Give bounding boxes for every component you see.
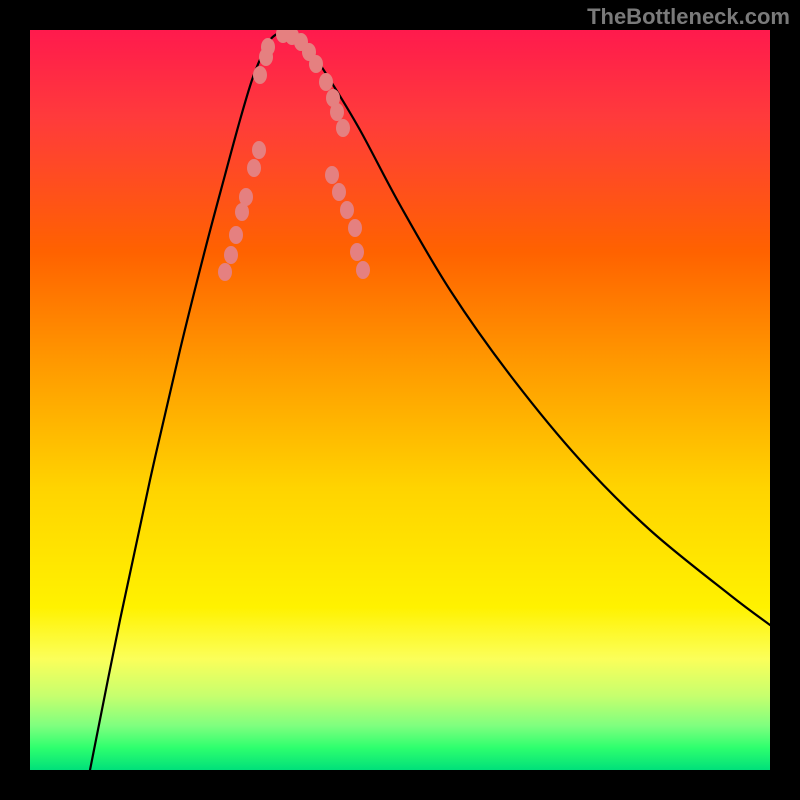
highlight-dot <box>319 73 333 91</box>
bottleneck-curve <box>30 30 770 770</box>
plot-area <box>30 30 770 770</box>
highlight-dot <box>348 219 362 237</box>
highlight-dot <box>336 119 350 137</box>
highlight-dot <box>332 183 346 201</box>
highlight-dot <box>261 38 275 56</box>
chart-frame: TheBottleneck.com <box>0 0 800 800</box>
highlight-dot <box>229 226 243 244</box>
highlight-dot <box>340 201 354 219</box>
highlight-dot <box>252 141 266 159</box>
highlight-dot <box>325 166 339 184</box>
highlight-dot <box>224 246 238 264</box>
highlight-dot <box>350 243 364 261</box>
highlight-dot <box>356 261 370 279</box>
highlight-dot <box>218 263 232 281</box>
highlight-dot <box>247 159 261 177</box>
highlight-dot <box>309 55 323 73</box>
watermark-text: TheBottleneck.com <box>587 4 790 30</box>
highlight-dot <box>330 103 344 121</box>
highlight-dot <box>239 188 253 206</box>
highlight-dot <box>253 66 267 84</box>
